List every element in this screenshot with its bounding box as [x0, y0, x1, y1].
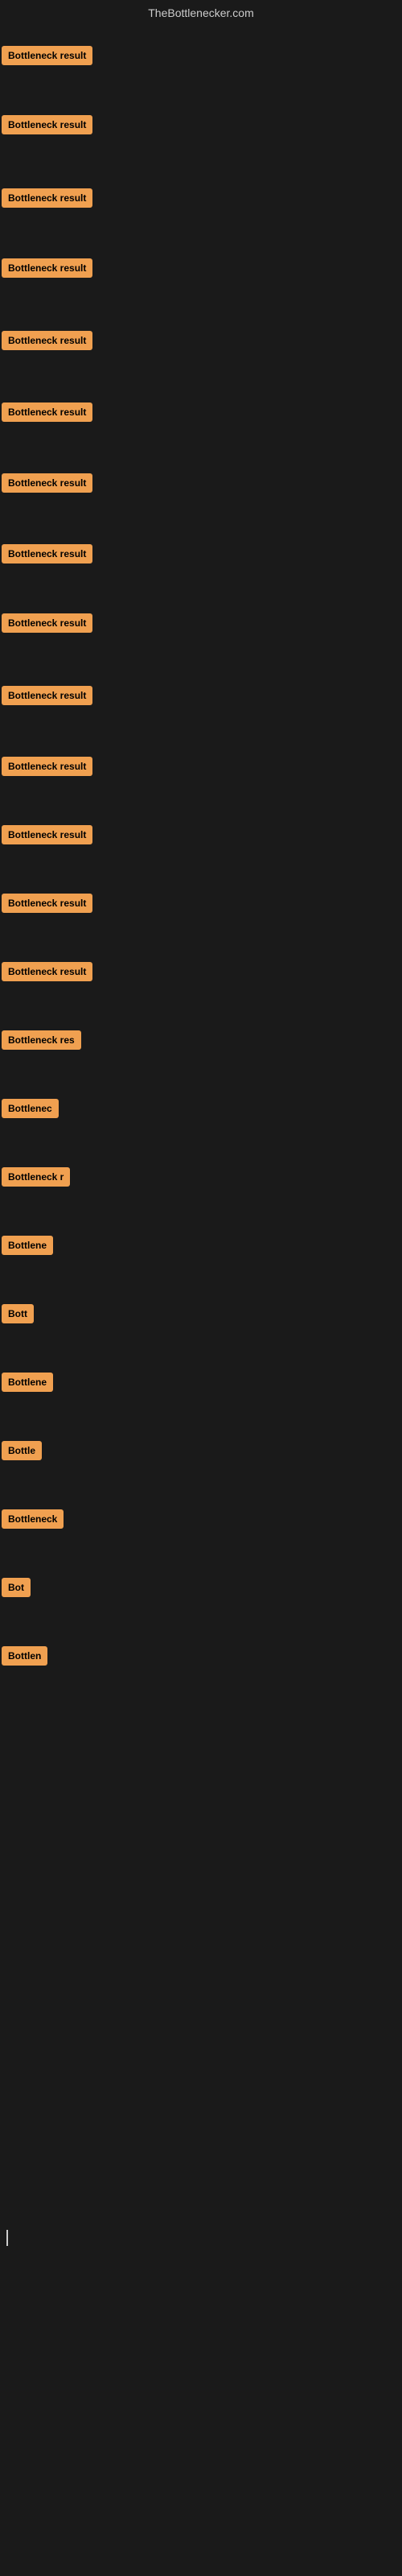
bottleneck-item-21[interactable]: Bottle	[2, 1441, 42, 1464]
bottleneck-badge[interactable]: Bottleneck result	[2, 402, 92, 422]
items-container	[0, 26, 402, 32]
bottleneck-badge[interactable]: Bottleneck result	[2, 757, 92, 776]
bottleneck-badge[interactable]: Bot	[2, 1578, 31, 1597]
bottleneck-item-9[interactable]: Bottleneck result	[2, 613, 92, 637]
bottleneck-item-1[interactable]: Bottleneck result	[2, 46, 92, 69]
bottleneck-item-7[interactable]: Bottleneck result	[2, 473, 92, 497]
bottleneck-item-23[interactable]: Bot	[2, 1578, 31, 1601]
bottleneck-badge[interactable]: Bottleneck result	[2, 962, 92, 981]
bottleneck-badge[interactable]: Bottleneck	[2, 1509, 64, 1529]
bottleneck-item-2[interactable]: Bottleneck result	[2, 115, 92, 138]
bottleneck-badge[interactable]: Bottleneck result	[2, 188, 92, 208]
bottleneck-badge[interactable]: Bottleneck result	[2, 473, 92, 493]
bottleneck-badge[interactable]: Bottlenec	[2, 1099, 59, 1118]
bottleneck-badge[interactable]: Bottlene	[2, 1373, 53, 1392]
bottleneck-badge[interactable]: Bottle	[2, 1441, 42, 1460]
bottleneck-badge[interactable]: Bottlen	[2, 1646, 47, 1666]
bottleneck-badge[interactable]: Bottlene	[2, 1236, 53, 1255]
bottleneck-badge[interactable]: Bottleneck result	[2, 686, 92, 705]
bottleneck-item-5[interactable]: Bottleneck result	[2, 331, 92, 354]
bottleneck-item-6[interactable]: Bottleneck result	[2, 402, 92, 426]
bottleneck-item-10[interactable]: Bottleneck result	[2, 686, 92, 709]
cursor-indicator	[6, 2230, 8, 2246]
bottleneck-item-16[interactable]: Bottlenec	[2, 1099, 59, 1122]
bottleneck-item-22[interactable]: Bottleneck	[2, 1509, 64, 1533]
site-title: TheBottlenecker.com	[0, 0, 402, 26]
bottleneck-badge[interactable]: Bottleneck result	[2, 613, 92, 633]
bottleneck-item-13[interactable]: Bottleneck result	[2, 894, 92, 917]
bottleneck-item-4[interactable]: Bottleneck result	[2, 258, 92, 282]
bottleneck-badge[interactable]: Bottleneck result	[2, 894, 92, 913]
bottleneck-item-12[interactable]: Bottleneck result	[2, 825, 92, 848]
bottleneck-item-15[interactable]: Bottleneck res	[2, 1030, 81, 1054]
bottleneck-item-24[interactable]: Bottlen	[2, 1646, 47, 1670]
bottleneck-badge[interactable]: Bottleneck result	[2, 46, 92, 65]
bottleneck-item-3[interactable]: Bottleneck result	[2, 188, 92, 212]
bottleneck-item-14[interactable]: Bottleneck result	[2, 962, 92, 985]
bottleneck-badge[interactable]: Bott	[2, 1304, 34, 1323]
bottleneck-badge[interactable]: Bottleneck r	[2, 1167, 70, 1187]
bottleneck-item-18[interactable]: Bottlene	[2, 1236, 53, 1259]
page-container: TheBottlenecker.com Bottleneck result Bot…	[0, 0, 402, 2576]
bottleneck-badge[interactable]: Bottleneck result	[2, 825, 92, 844]
bottleneck-item-11[interactable]: Bottleneck result	[2, 757, 92, 780]
bottleneck-badge[interactable]: Bottleneck result	[2, 258, 92, 278]
bottleneck-badge[interactable]: Bottleneck result	[2, 331, 92, 350]
bottleneck-item-17[interactable]: Bottleneck r	[2, 1167, 70, 1191]
bottleneck-badge[interactable]: Bottleneck result	[2, 544, 92, 564]
bottleneck-item-20[interactable]: Bottlene	[2, 1373, 53, 1396]
bottleneck-badge[interactable]: Bottleneck res	[2, 1030, 81, 1050]
bottleneck-badge[interactable]: Bottleneck result	[2, 115, 92, 134]
bottleneck-item-8[interactable]: Bottleneck result	[2, 544, 92, 568]
bottleneck-item-19[interactable]: Bott	[2, 1304, 34, 1327]
